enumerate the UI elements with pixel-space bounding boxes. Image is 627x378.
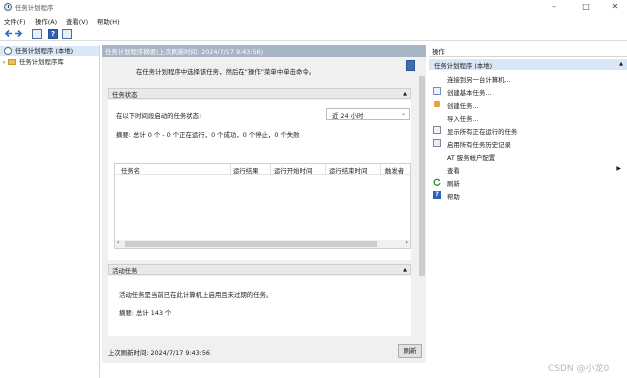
action-label: 创建任务...: [447, 102, 479, 110]
tree-item-task-scheduler-library[interactable]: › 任务计划程序库: [0, 57, 64, 67]
scrollbar-thumb[interactable]: [419, 76, 425, 276]
close-button[interactable]: ✕: [600, 0, 627, 14]
create-basic-task-icon: [433, 87, 441, 95]
collapse-icon[interactable]: ▲: [403, 91, 407, 97]
summary-pane: 任务计划程序摘要(上次刷新时间: 2024/7/17 9:43:56) 在任务计…: [102, 45, 426, 363]
watermark: CSDN @小龙0: [548, 364, 610, 374]
status-summary: 摘要: 总计 0 个 - 0 个正在运行，0 个成功，0 个停止，0 个失败: [116, 131, 300, 139]
task-scheduler-icon: [4, 3, 12, 11]
action-label: 启用所有任务历史记录: [447, 141, 511, 149]
summary-header: 任务计划程序摘要(上次刷新时间: 2024/7/17 9:43:56): [102, 45, 426, 57]
action-show-running-tasks[interactable]: 显示所有正在运行的任务: [429, 125, 627, 136]
console-tree: 任务计划程序 (本地) › 任务计划程序库: [0, 45, 100, 378]
chevron-down-icon: ⌄: [400, 110, 406, 117]
forward-arrow-icon: [15, 29, 23, 38]
table-header: 任务名 运行结果 运行开始时间 运行结束时间 触发者: [115, 164, 410, 175]
menu-action[interactable]: 操作(A): [35, 17, 57, 26]
actions-group-label: 任务计划程序 (本地): [434, 62, 493, 70]
show-hide-console-tree-icon[interactable]: [32, 29, 42, 39]
column-header[interactable]: 运行开始时间: [274, 166, 312, 175]
status-prompt: 在以下时间段启动的任务状态:: [116, 112, 202, 120]
column-divider: [230, 164, 231, 175]
column-divider: [325, 164, 326, 175]
refresh-icon: [433, 178, 441, 186]
column-header[interactable]: 运行结束时间: [329, 166, 367, 175]
collapse-icon[interactable]: ▲: [619, 61, 623, 67]
action-label: 查看: [447, 167, 460, 175]
column-divider: [380, 164, 381, 175]
running-tasks-icon: [433, 126, 441, 134]
help-icon: ?: [433, 191, 441, 199]
window-title: 任务计划程序: [15, 4, 54, 12]
back-button[interactable]: [4, 29, 13, 39]
action-label: 连接到另一台计算机...: [447, 76, 511, 84]
action-label: 帮助: [447, 193, 460, 201]
task-list-icon: [406, 60, 415, 71]
task-status-section-header[interactable]: 任务状态 ▲: [108, 88, 411, 99]
active-tasks-section-header[interactable]: 活动任务 ▲: [108, 264, 411, 275]
column-header[interactable]: 运行结果: [233, 166, 259, 175]
section-title: 活动任务: [112, 267, 138, 275]
expand-chevron-icon[interactable]: ›: [0, 58, 8, 66]
column-header[interactable]: 任务名: [121, 166, 140, 175]
tree-item-label: 任务计划程序库: [19, 58, 64, 66]
refresh-button[interactable]: 刷新: [398, 344, 422, 358]
action-view[interactable]: 查看 ▶: [429, 164, 627, 175]
scroll-right-icon[interactable]: ›: [406, 239, 408, 246]
scrollbar-thumb[interactable]: [125, 241, 377, 247]
action-refresh[interactable]: 刷新: [429, 177, 627, 188]
menu-help[interactable]: 帮助(H): [97, 17, 120, 26]
action-import-task[interactable]: 导入任务...: [429, 112, 627, 123]
task-status-table[interactable]: 任务名 运行结果 运行开始时间 运行结束时间 触发者 ‹ ›: [114, 163, 411, 249]
help-icon[interactable]: ?: [48, 29, 58, 39]
action-create-basic-task[interactable]: 创建基本任务...: [429, 86, 627, 97]
clock-icon: [4, 47, 12, 55]
action-connect-computer[interactable]: 连接到另一台计算机...: [429, 73, 627, 84]
action-label: AT 服务帐户配置: [447, 154, 496, 162]
collapse-icon[interactable]: ▲: [403, 267, 407, 273]
action-at-service-config[interactable]: AT 服务帐户配置: [429, 151, 627, 162]
action-label: 显示所有正在运行的任务: [447, 128, 518, 136]
menu-file[interactable]: 文件(F): [4, 17, 25, 26]
column-divider: [270, 164, 271, 175]
last-refresh-time: 上次刷新时间: 2024/7/17 9:43:56: [108, 349, 210, 357]
column-header[interactable]: 触发者: [385, 166, 404, 175]
active-tasks-summary: 摘要: 总计 143 个: [119, 309, 172, 317]
show-hide-action-pane-icon[interactable]: [62, 29, 72, 39]
action-enable-history[interactable]: 启用所有任务历史记录: [429, 138, 627, 149]
time-period-value: 近 24 小时: [332, 112, 364, 120]
time-period-select[interactable]: 近 24 小时 ⌄: [326, 108, 410, 120]
toolbar: ?: [0, 27, 627, 41]
scroll-left-icon[interactable]: ‹: [117, 239, 119, 246]
create-task-icon: [434, 101, 440, 107]
vertical-scrollbar[interactable]: [418, 58, 426, 348]
submenu-arrow-icon: ▶: [616, 165, 621, 172]
forward-button[interactable]: [14, 29, 23, 39]
active-tasks-panel: [108, 276, 411, 336]
history-icon: [433, 139, 441, 147]
horizontal-scrollbar[interactable]: ‹ ›: [115, 239, 410, 248]
actions-header: 操作: [429, 45, 627, 57]
minimize-button[interactable]: –: [539, 0, 569, 14]
menu-bar: 文件(F) 操作(A) 查看(V) 帮助(H): [0, 15, 627, 27]
menu-view[interactable]: 查看(V): [66, 17, 88, 26]
action-label: 创建基本任务...: [447, 89, 492, 97]
maximize-button[interactable]: □: [571, 0, 601, 14]
folder-icon: [8, 59, 16, 65]
tree-item-label: 任务计划程序 (本地): [15, 47, 74, 55]
action-help[interactable]: ? 帮助: [429, 190, 627, 201]
tree-item-task-scheduler-local[interactable]: 任务计划程序 (本地): [0, 46, 99, 56]
action-label: 导入任务...: [447, 115, 479, 123]
action-label: 刷新: [447, 180, 460, 188]
actions-group-header[interactable]: 任务计划程序 (本地) ▲: [429, 59, 627, 70]
action-create-task[interactable]: 创建任务...: [429, 99, 627, 110]
title-bar: 任务计划程序 – □ ✕: [0, 0, 627, 15]
active-tasks-description: 活动任务是当前已在此计算机上启用且未过期的任务。: [119, 291, 273, 299]
hint-text: 在任务计划程序中选择该任务，然后在“操作”菜单中单击命令。: [136, 68, 316, 76]
actions-pane: 操作 任务计划程序 (本地) ▲ 连接到另一台计算机... 创建基本任务... …: [429, 45, 627, 363]
back-arrow-icon: [4, 29, 12, 38]
section-title: 任务状态: [112, 91, 138, 99]
